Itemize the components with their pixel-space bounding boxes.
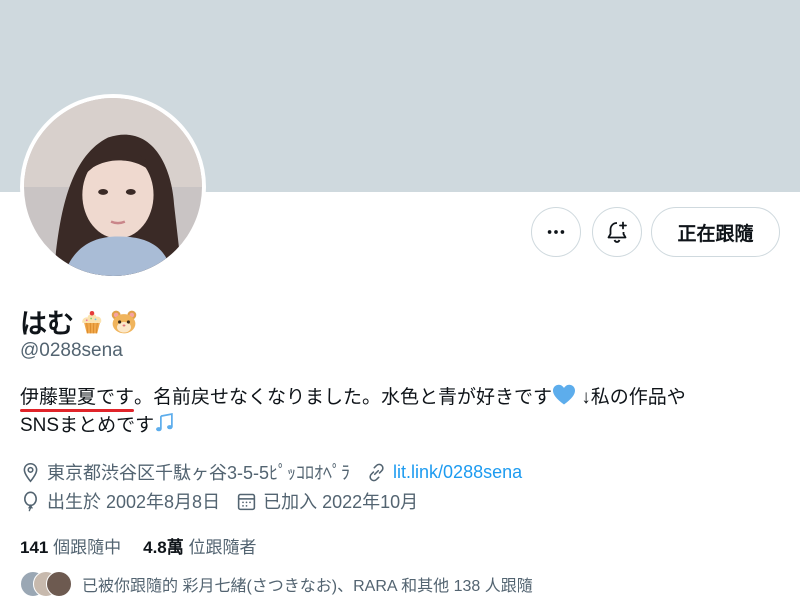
bio-line1-tail: ↓私の作品や (576, 387, 686, 408)
more-icon (547, 230, 565, 234)
followed-by-row[interactable]: 已被你跟隨的 彩月七緒(さつきなお)、RARA 和其他 138 人跟隨 (20, 571, 533, 597)
followers-count-link[interactable]: 4.8萬 位跟隨者 (143, 533, 256, 558)
notifications-button[interactable] (592, 207, 642, 257)
profile-name-row: はむ (20, 302, 138, 341)
birthday-text: 出生於 2002年8月8日 (47, 492, 221, 512)
profile-meta-row-1: 東京都渋谷区千駄ヶ谷3-5-5ﾋﾟｯｺﾛｵﾍﾟﾗ lit.link/0288se… (20, 459, 538, 485)
followers-label: 位跟隨者 (188, 538, 257, 557)
website-link[interactable]: lit.link/0288sena (393, 462, 522, 483)
blue-heart-emoji (553, 384, 576, 405)
location-text: 東京都渋谷区千駄ヶ谷3-5-5ﾋﾟｯｺﾛｵﾍﾟﾗ (47, 463, 351, 483)
bio-highlight: 伊藤聖夏です (20, 387, 135, 408)
followers-you-know-avatars (20, 571, 72, 597)
bell-plus-icon (607, 221, 627, 243)
following-count: 141 (20, 538, 49, 557)
more-options-button[interactable] (531, 207, 581, 257)
profile-avatar[interactable] (20, 94, 206, 280)
music-notes-emoji (156, 413, 173, 432)
following-label: 個跟隨中 (53, 538, 122, 557)
follow-counts: 141 個跟隨中 4.8萬 位跟隨者 (20, 533, 256, 558)
hamster-emoji (111, 310, 137, 333)
following-button[interactable]: 正在跟隨 (651, 207, 780, 257)
birthday-item: 出生於 2002年8月8日 (20, 488, 220, 514)
following-count-link[interactable]: 141 個跟隨中 (20, 533, 121, 558)
mini-avatar (46, 571, 72, 597)
profile-handle: @0288sena (20, 340, 123, 361)
balloon-icon (24, 491, 37, 512)
website-item[interactable]: lit.link/0288sena (366, 462, 522, 483)
bio-line2: SNSまとめです (20, 415, 155, 436)
bio-line1: 。名前戻せなくなりました。水色と青が好きです (134, 387, 553, 408)
location-item: 東京都渋谷区千駄ヶ谷3-5-5ﾋﾟｯｺﾛｵﾍﾟﾗ (20, 459, 350, 485)
location-icon (23, 462, 38, 482)
calendar-icon (237, 493, 256, 510)
cupcake-emoji (82, 310, 102, 333)
profile-meta-row-2: 出生於 2002年8月8日 已加入 2022年10月 (20, 488, 434, 514)
profile-bio: 伊藤聖夏です。名前戻せなくなりました。水色と青が好きです ↓私の作品や SNSま… (20, 384, 780, 440)
followed-by-text: 已被你跟隨的 彩月七緒(さつきなお)、RARA 和其他 138 人跟隨 (82, 578, 533, 595)
joined-item: 已加入 2022年10月 (236, 488, 418, 514)
link-icon (369, 463, 384, 481)
followers-count: 4.8萬 (143, 538, 184, 557)
display-name: はむ (20, 309, 74, 339)
joined-text: 已加入 2022年10月 (263, 492, 419, 512)
avatar-photo (24, 98, 202, 276)
